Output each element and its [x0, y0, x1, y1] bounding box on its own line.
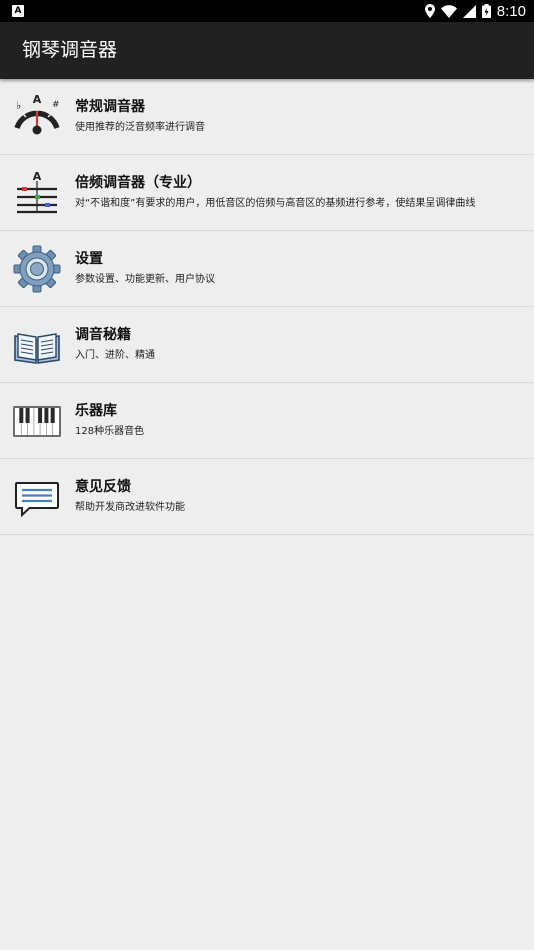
piano-keys-icon — [13, 406, 61, 437]
menu-list: A ♭ # 常规调音器 使用推荐的泛音频率进行调音 A 倍频调音器（专业） 对“… — [0, 79, 534, 535]
menu-item-title: 乐器库 — [75, 403, 117, 419]
tuner-note-label: A — [33, 93, 42, 106]
message-icon — [15, 482, 59, 518]
app-title: 钢琴调音器 — [22, 39, 118, 61]
gear-icon — [13, 245, 61, 293]
book-icon — [14, 333, 60, 364]
status-time: 8:10 — [496, 2, 526, 20]
tuner-sharp-label: # — [52, 100, 60, 110]
menu-item-title: 常规调音器 — [75, 99, 145, 115]
wifi-icon — [440, 4, 457, 18]
menu-item-standard-tuner[interactable]: A ♭ # 常规调音器 使用推荐的泛音频率进行调音 — [0, 79, 534, 155]
status-bar: A 8:10 — [0, 0, 534, 22]
tuner-gauge-icon: A ♭ # — [14, 93, 60, 135]
menu-item-title: 设置 — [75, 251, 103, 267]
menu-item-subtitle: 参数设置、功能更新、用户协议 — [75, 274, 215, 285]
menu-item-subtitle: 对“不谐和度”有要求的用户，用低音区的倍频与高音区的基频进行参考，使结果呈调律曲… — [75, 198, 476, 209]
octave-tuner-icon: A — [17, 170, 57, 214]
menu-item-subtitle: 使用推荐的泛音频率进行调音 — [75, 122, 205, 133]
notification-icon: A — [12, 5, 24, 17]
menu-item-instrument-library[interactable]: 乐器库 128种乐器音色 — [0, 383, 534, 459]
menu-item-subtitle: 帮助开发商改进软件功能 — [75, 502, 185, 513]
tuner-flat-label: ♭ — [16, 99, 21, 112]
menu-item-tuning-guide[interactable]: 调音秘籍 入门、进阶、精通 — [0, 307, 534, 383]
battery-icon — [481, 4, 491, 18]
app-bar: 钢琴调音器 — [0, 22, 534, 79]
menu-item-title: 意见反馈 — [75, 479, 131, 495]
status-icons: 8:10 — [424, 0, 526, 22]
menu-item-title: 倍频调音器（专业） — [75, 175, 201, 191]
menu-item-title: 调音秘籍 — [75, 327, 131, 343]
menu-item-octave-tuner[interactable]: A 倍频调音器（专业） 对“不谐和度”有要求的用户，用低音区的倍频与高音区的基频… — [0, 155, 534, 231]
menu-item-settings[interactable]: 设置 参数设置、功能更新、用户协议 — [0, 231, 534, 307]
menu-item-subtitle: 128种乐器音色 — [75, 426, 145, 437]
menu-item-feedback[interactable]: 意见反馈 帮助开发商改进软件功能 — [0, 459, 534, 535]
location-icon — [424, 4, 435, 18]
menu-item-subtitle: 入门、进阶、精通 — [75, 350, 155, 361]
signal-icon — [462, 4, 476, 18]
